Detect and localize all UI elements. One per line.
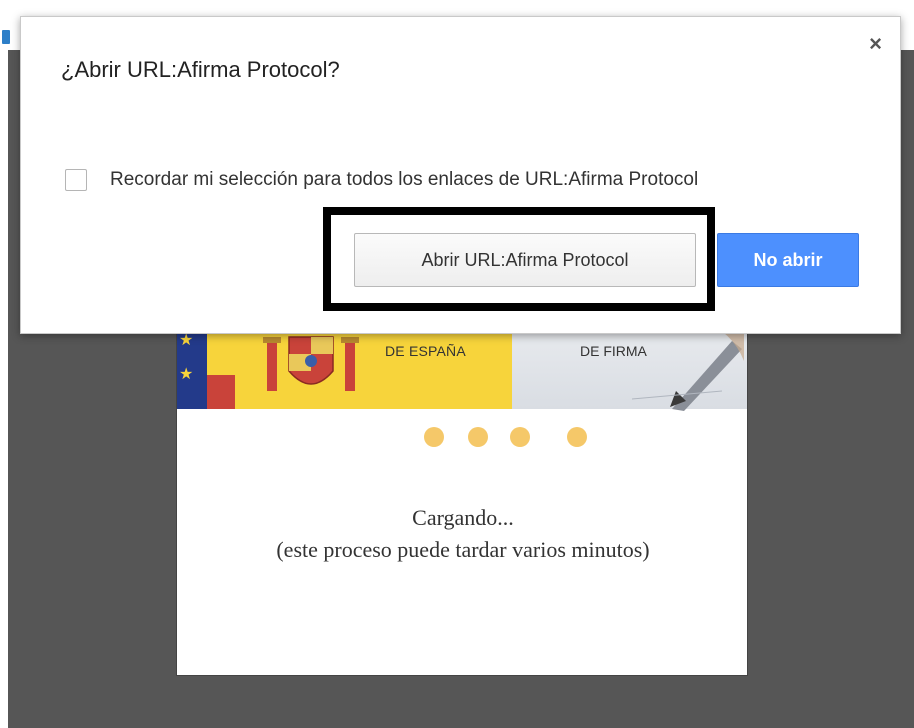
dialog-title: ¿Abrir URL:Afirma Protocol? — [61, 57, 340, 82]
remember-checkbox[interactable] — [65, 169, 87, 191]
loading-dots — [177, 427, 747, 447]
open-protocol-button[interactable]: Abrir URL:Afirma Protocol — [354, 233, 696, 287]
screen: ★ ★ GOBIERNO DE ESPAÑA PASARELA DE FIRMA — [0, 0, 914, 728]
loading-dot — [424, 427, 444, 447]
tab-favicon-icon — [2, 30, 10, 44]
protocol-dialog: ¿Abrir URL:Afirma Protocol? × Recordar m… — [20, 16, 901, 334]
loading-title: Cargando... — [412, 505, 514, 530]
pen-icon — [632, 321, 744, 411]
do-not-open-button[interactable]: No abrir — [717, 233, 859, 287]
left-gap — [0, 50, 8, 728]
loading-subtitle: (este proceso puede tardar varios minuto… — [276, 537, 650, 562]
gov-text: DE ESPAÑA — [385, 343, 466, 359]
loading-dot — [510, 427, 530, 447]
loading-dot — [468, 427, 488, 447]
flag-red-block — [207, 375, 235, 409]
loading-card: ★ ★ GOBIERNO DE ESPAÑA PASARELA DE FIRMA — [176, 302, 748, 676]
star-icon: ★ — [179, 332, 194, 349]
loading-dot — [567, 427, 587, 447]
remember-checkbox-label[interactable]: Recordar mi selección para todos los enl… — [110, 169, 698, 191]
star-icon: ★ — [179, 366, 194, 383]
close-icon[interactable]: × — [869, 33, 882, 55]
